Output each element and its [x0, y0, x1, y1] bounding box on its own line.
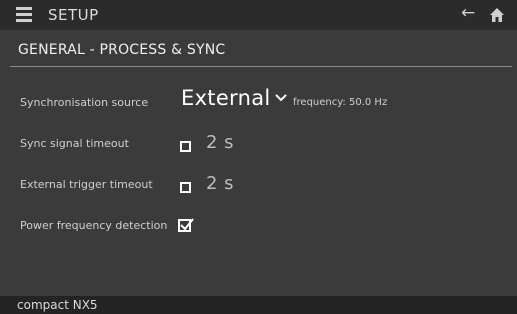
setup-screen: SETUP ← GENERAL - PROCESS & SYNC Synchro… [0, 0, 517, 314]
checkmark-icon [180, 218, 194, 231]
sync-source-value: External [181, 86, 271, 110]
home-icon[interactable] [489, 7, 505, 23]
footer-bar: compact NX5 [0, 296, 517, 314]
sync-timeout-label: Sync signal timeout [20, 137, 129, 150]
section-title: GENERAL - PROCESS & SYNC [18, 42, 226, 58]
ext-trigger-timeout-value[interactable]: 2 s [206, 173, 234, 194]
menu-icon[interactable] [16, 7, 32, 23]
ext-trigger-timeout-label: External trigger timeout [20, 178, 153, 191]
power-freq-detection-label: Power frequency detection [20, 219, 168, 232]
sync-timeout-checkbox[interactable] [180, 141, 191, 152]
sync-timeout-value[interactable]: 2 s [206, 132, 234, 153]
power-freq-detection-checkbox[interactable] [178, 218, 194, 232]
top-bar: SETUP ← [0, 0, 517, 30]
back-arrow-icon[interactable]: ← [461, 3, 475, 23]
page-title: SETUP [48, 6, 99, 24]
device-name: compact NX5 [17, 298, 98, 312]
sync-source-dropdown[interactable]: External [181, 86, 287, 110]
sync-source-label: Synchronisation source [20, 96, 149, 109]
ext-trigger-timeout-checkbox[interactable] [180, 182, 191, 193]
section-divider [10, 66, 512, 67]
frequency-readout: frequency: 50.0 Hz [293, 97, 388, 108]
chevron-down-icon [274, 94, 287, 102]
